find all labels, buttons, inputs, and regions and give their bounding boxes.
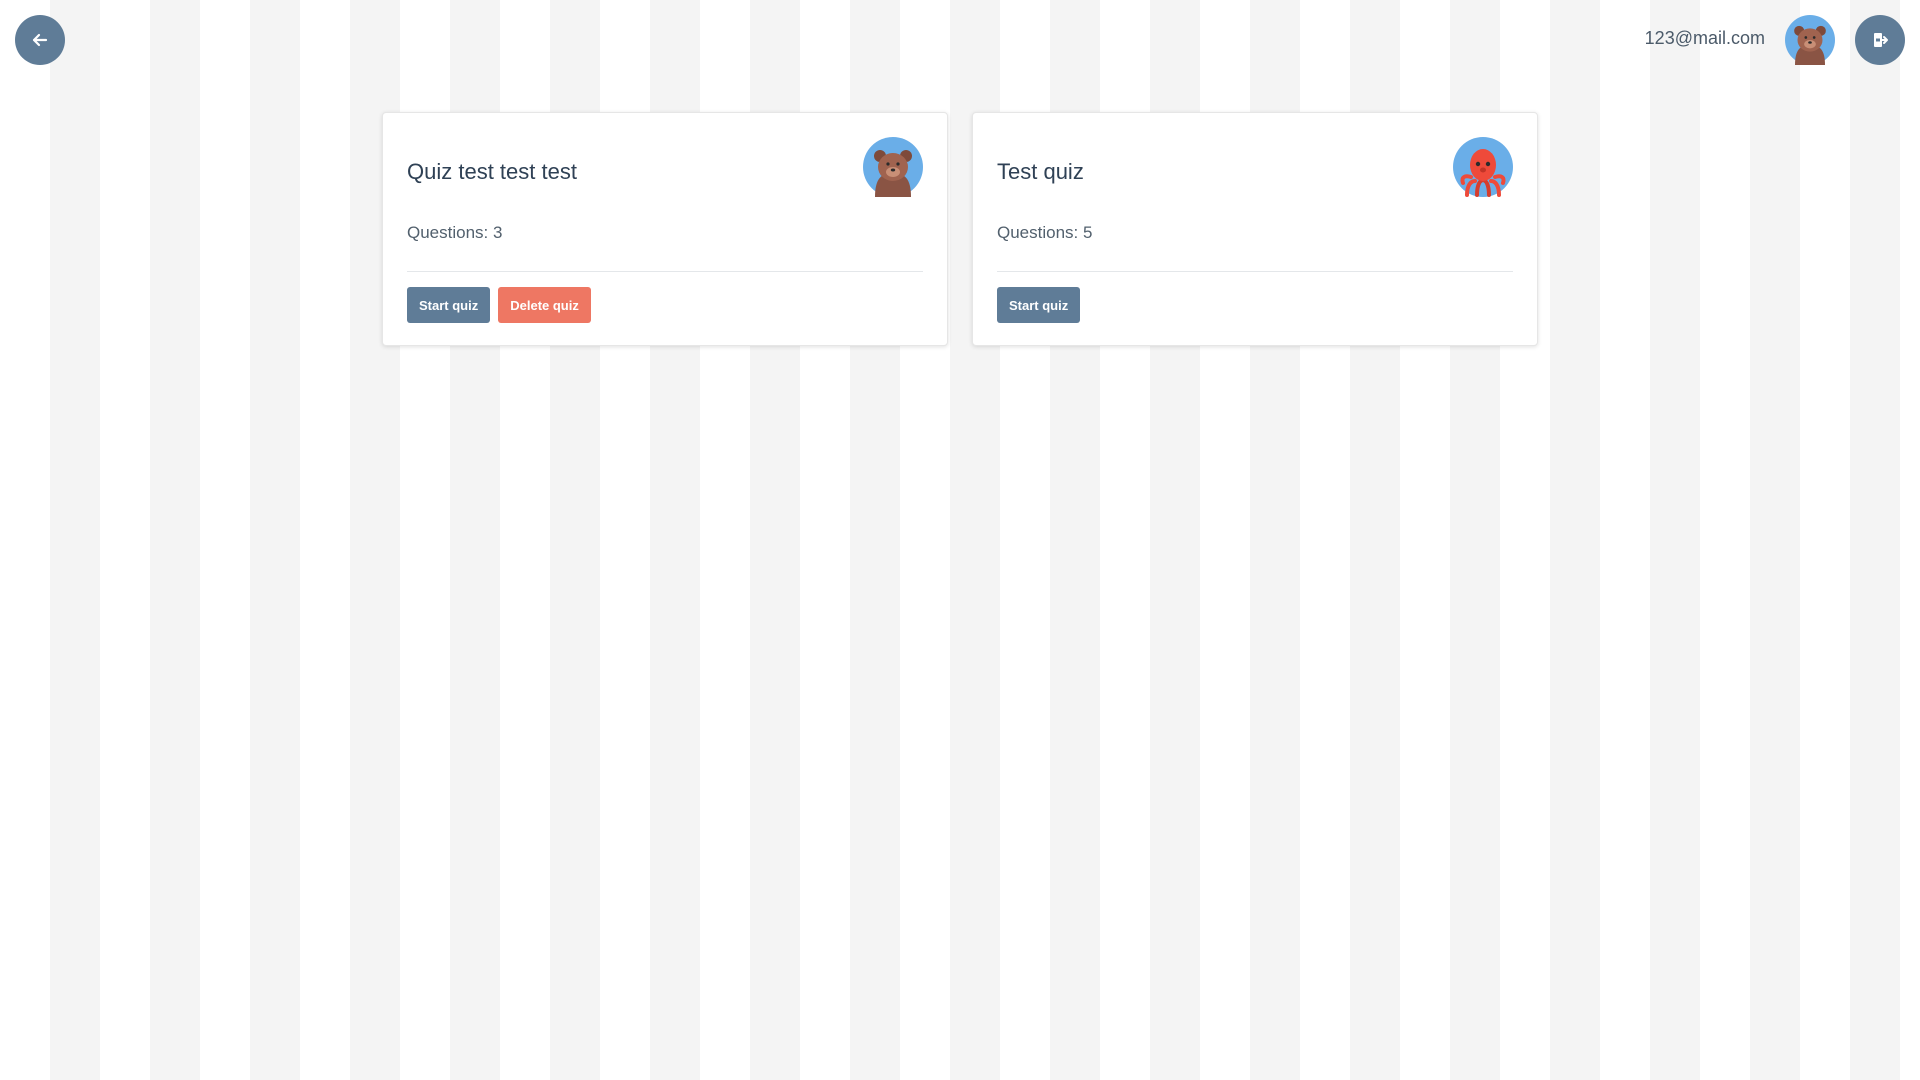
question-count: Questions: 5 <box>997 223 1093 242</box>
octopus-avatar-icon <box>1453 137 1513 197</box>
user-email: 123@mail.com <box>1644 28 1765 48</box>
card-actions: Start quiz <box>997 287 1081 323</box>
question-count: Questions: 3 <box>407 223 503 242</box>
logout-icon <box>1874 33 1888 47</box>
quiz-card: Test quiz Questions: 5 Start quiz <box>972 112 1538 346</box>
logout-button[interactable] <box>1855 15 1905 65</box>
divider <box>407 271 923 272</box>
quiz-title: Quiz test test test <box>407 159 577 184</box>
arrow-left-icon <box>32 33 48 47</box>
bear-avatar-icon <box>863 137 923 197</box>
back-button[interactable] <box>15 15 65 65</box>
delete-quiz-button[interactable]: Delete quiz <box>498 287 591 323</box>
quiz-card: Quiz test test test Questions: 3 Start q… <box>382 112 948 346</box>
quiz-title: Test quiz <box>997 159 1084 184</box>
card-actions: Start quiz Delete quiz <box>407 287 591 323</box>
bear-avatar-icon[interactable] <box>1785 15 1835 65</box>
divider <box>997 271 1513 272</box>
start-quiz-button[interactable]: Start quiz <box>997 287 1081 323</box>
start-quiz-button[interactable]: Start quiz <box>407 287 491 323</box>
